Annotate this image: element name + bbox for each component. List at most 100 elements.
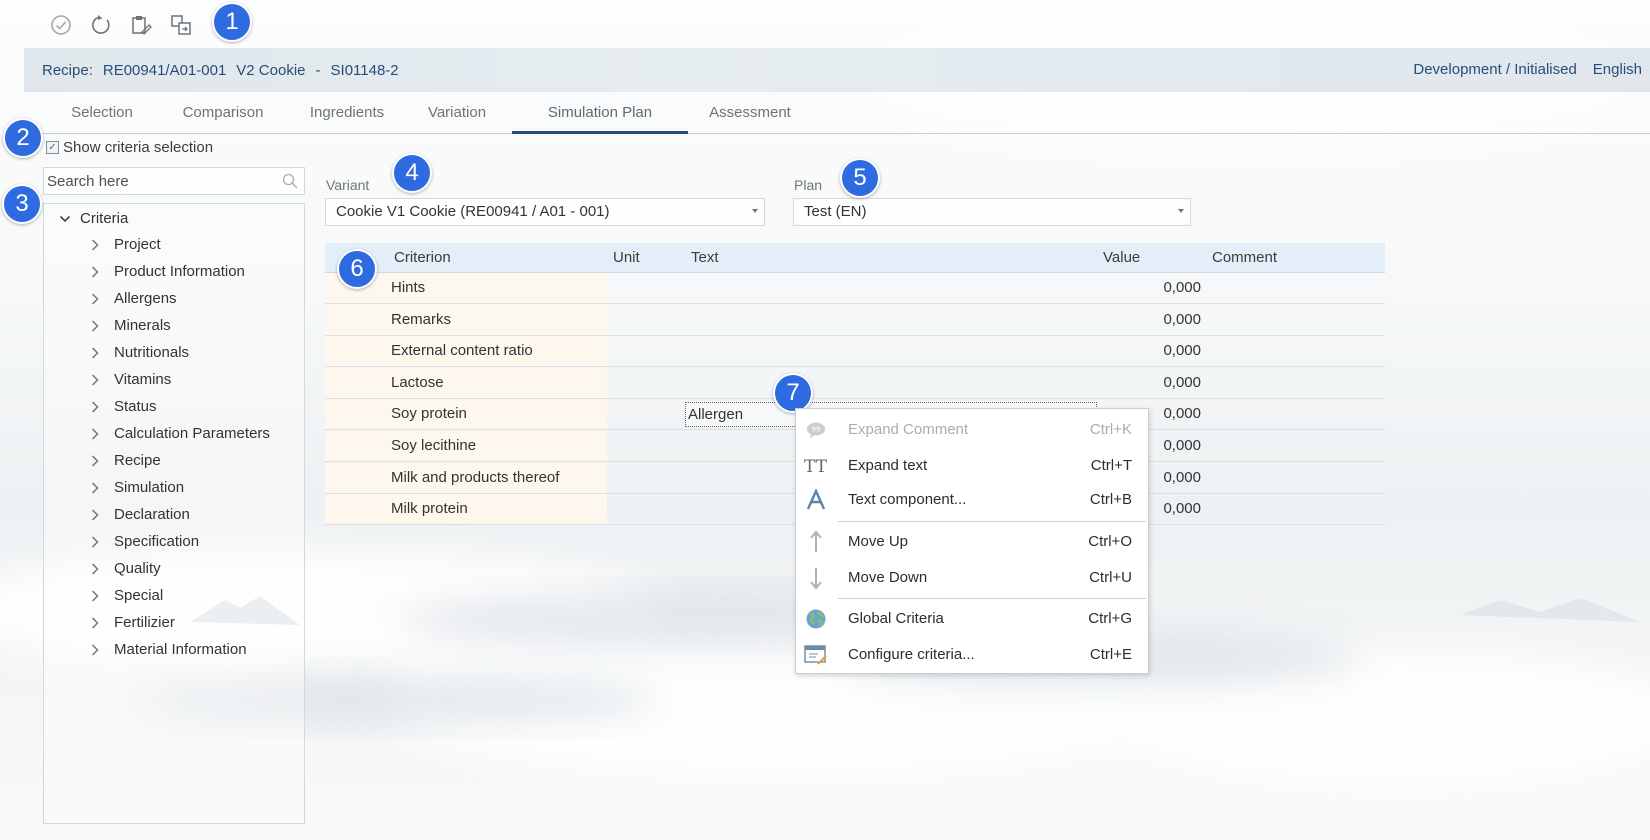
- tree-item-label: Vitamins: [114, 371, 172, 388]
- context-menu: 99 Expand Comment Ctrl+K TT Expand text …: [795, 408, 1149, 674]
- dropdown-arrow-icon[interactable]: [1178, 209, 1184, 213]
- menu-item-label: Expand text: [848, 457, 928, 474]
- tree-item[interactable]: Allergens: [88, 290, 177, 307]
- tab-assessment[interactable]: Assessment: [696, 100, 804, 134]
- tree-item[interactable]: Simulation: [88, 479, 184, 496]
- tree-item[interactable]: Project: [88, 236, 161, 253]
- check-circle-icon[interactable]: [48, 12, 74, 38]
- tab-comparison[interactable]: Comparison: [168, 100, 278, 134]
- chevron-right-icon[interactable]: [88, 508, 102, 522]
- chevron-right-icon[interactable]: [88, 616, 102, 630]
- recipe-name: V2 Cookie: [236, 61, 306, 79]
- chevron-right-icon[interactable]: [88, 319, 102, 333]
- criterion-name: External content ratio: [391, 342, 533, 360]
- value-cell[interactable]: 0,000: [1163, 437, 1201, 454]
- chevron-right-icon[interactable]: [88, 427, 102, 441]
- menu-item-label: Move Up: [848, 533, 909, 550]
- tree-item[interactable]: Material Information: [88, 641, 247, 658]
- show-criteria-toggle[interactable]: ✓ Show criteria selection: [46, 139, 213, 156]
- tab-simulation-plan[interactable]: Simulation Plan: [512, 100, 688, 134]
- menu-item-text-component[interactable]: Text component... Ctrl+B: [796, 483, 1148, 517]
- copy-swap-icon[interactable]: [168, 12, 194, 38]
- col-unit[interactable]: Unit: [613, 249, 640, 266]
- tree-item[interactable]: Recipe: [88, 452, 161, 469]
- recipe-code: RE00941/A01-001: [102, 61, 227, 79]
- tree-item[interactable]: Specification: [88, 533, 199, 550]
- chevron-right-icon[interactable]: [88, 346, 102, 360]
- menu-item-expand-text[interactable]: TT Expand text Ctrl+T: [796, 449, 1148, 483]
- clipboard-edit-icon[interactable]: [128, 12, 154, 38]
- table-row[interactable]: Hints 0,000: [325, 273, 1385, 304]
- value-cell[interactable]: 0,000: [1163, 311, 1201, 328]
- chevron-right-icon[interactable]: [88, 373, 102, 387]
- search-input[interactable]: [44, 168, 304, 194]
- language-label[interactable]: English: [1593, 61, 1642, 78]
- col-text[interactable]: Text: [691, 249, 719, 266]
- menu-item-expand-comment[interactable]: 99 Expand Comment Ctrl+K: [796, 413, 1148, 447]
- value-cell[interactable]: 0,000: [1163, 374, 1201, 391]
- tab-bar: Selection Comparison Ingredients Variati…: [24, 100, 1650, 134]
- tree-root-criteria[interactable]: Criteria: [58, 210, 128, 227]
- menu-item-global-criteria[interactable]: Global Criteria Ctrl+G: [796, 602, 1148, 636]
- variant-value: Cookie V1 Cookie (RE00941 / A01 - 001): [336, 203, 610, 220]
- variant-dropdown[interactable]: Cookie V1 Cookie (RE00941 / A01 - 001): [325, 198, 765, 226]
- chevron-right-icon[interactable]: [88, 535, 102, 549]
- chevron-right-icon[interactable]: [88, 265, 102, 279]
- plan-value: Test (EN): [804, 203, 867, 220]
- menu-item-label: Global Criteria: [848, 610, 944, 627]
- svg-text:TT: TT: [804, 457, 828, 475]
- configure-window-icon: [804, 644, 828, 666]
- chevron-right-icon[interactable]: [88, 400, 102, 414]
- menu-item-configure-criteria[interactable]: Configure criteria... Ctrl+E: [796, 638, 1148, 672]
- tree-item[interactable]: Nutritionals: [88, 344, 189, 361]
- value-cell[interactable]: 0,000: [1163, 500, 1201, 517]
- tree-item[interactable]: Quality: [88, 560, 161, 577]
- tree-item[interactable]: Vitamins: [88, 371, 171, 388]
- checkbox-checked-icon[interactable]: ✓: [46, 141, 59, 154]
- refresh-icon[interactable]: [88, 12, 114, 38]
- tree-item[interactable]: Status: [88, 398, 157, 415]
- menu-item-move-down[interactable]: Move Down Ctrl+U: [796, 561, 1148, 595]
- chevron-right-icon[interactable]: [88, 292, 102, 306]
- value-cell[interactable]: 0,000: [1163, 279, 1201, 296]
- table-row[interactable]: Remarks 0,000: [325, 304, 1385, 336]
- tree-item-label: Project: [114, 236, 161, 253]
- criterion-name: Hints: [391, 279, 426, 296]
- tree-item[interactable]: Product Information: [88, 263, 245, 280]
- menu-item-move-up[interactable]: Move Up Ctrl+O: [796, 525, 1148, 559]
- toolbar: [48, 10, 194, 40]
- table-row[interactable]: External content ratio 0,000: [325, 336, 1385, 368]
- chevron-right-icon[interactable]: [88, 481, 102, 495]
- chevron-right-icon[interactable]: [88, 589, 102, 603]
- menu-item-shortcut: Ctrl+B: [1089, 491, 1132, 508]
- value-cell[interactable]: 0,000: [1163, 405, 1201, 422]
- show-criteria-label: Show criteria selection: [63, 139, 214, 156]
- tree-item[interactable]: Minerals: [88, 317, 171, 334]
- table-row[interactable]: Lactose 0,000: [325, 367, 1385, 399]
- table-header: Criterion Unit Text Value Comment: [325, 243, 1385, 273]
- svg-text:99: 99: [812, 426, 821, 434]
- chevron-right-icon[interactable]: [88, 643, 102, 657]
- menu-item-shortcut: Ctrl+U: [1089, 569, 1132, 586]
- tree-item[interactable]: Fertilizier: [88, 614, 175, 631]
- tab-ingredients[interactable]: Ingredients: [298, 100, 396, 134]
- value-cell[interactable]: 0,000: [1163, 469, 1201, 486]
- tree-item[interactable]: Calculation Parameters: [88, 425, 270, 442]
- col-criterion[interactable]: Criterion: [394, 249, 451, 266]
- tree-item[interactable]: Special: [88, 587, 163, 604]
- chevron-right-icon[interactable]: [88, 454, 102, 468]
- chevron-right-icon[interactable]: [88, 238, 102, 252]
- chevron-down-icon[interactable]: [58, 212, 72, 226]
- value-cell[interactable]: 0,000: [1163, 342, 1201, 359]
- tab-variation[interactable]: Variation: [414, 100, 500, 134]
- tree-item[interactable]: Declaration: [88, 506, 190, 523]
- menu-separator: [838, 521, 1146, 522]
- tab-selection[interactable]: Selection: [58, 100, 146, 134]
- chevron-right-icon[interactable]: [88, 562, 102, 576]
- menu-item-shortcut: Ctrl+K: [1089, 421, 1132, 438]
- dropdown-arrow-icon[interactable]: [752, 209, 758, 213]
- plan-dropdown[interactable]: Test (EN): [793, 198, 1191, 226]
- col-comment[interactable]: Comment: [1212, 249, 1277, 266]
- search-icon[interactable]: [282, 173, 298, 193]
- col-value[interactable]: Value: [1103, 249, 1140, 266]
